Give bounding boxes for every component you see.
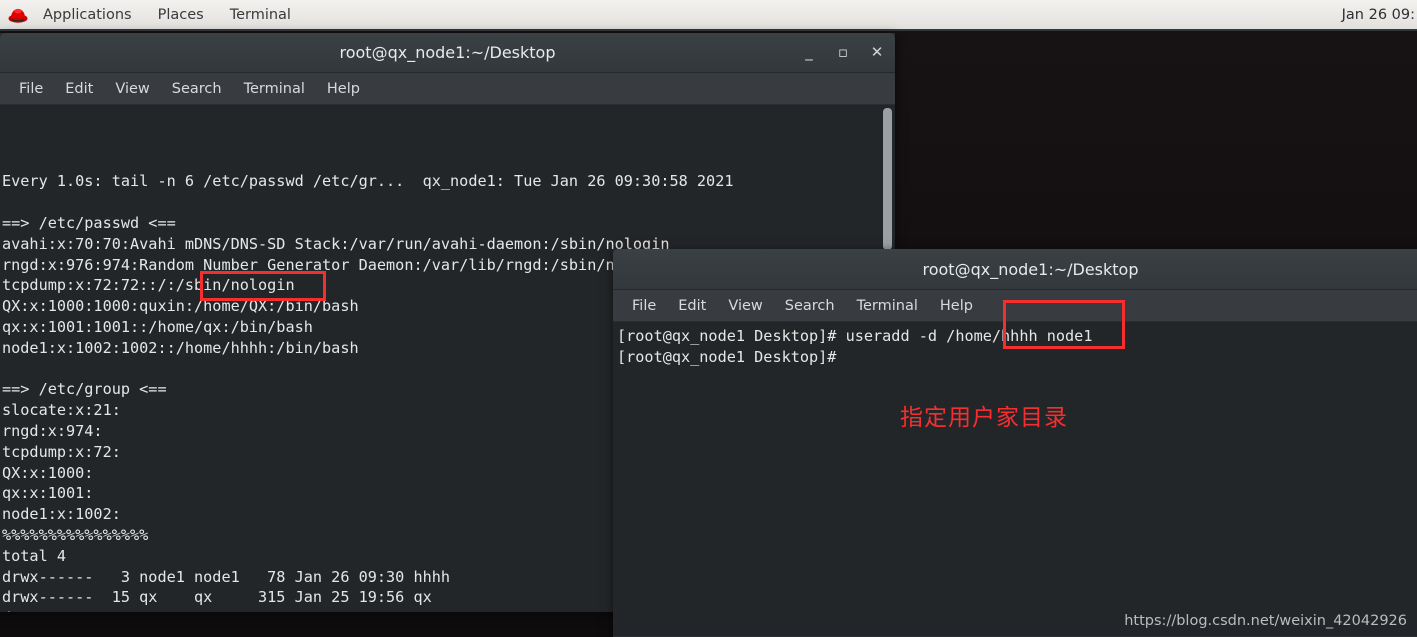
menu-file-1[interactable]: File [8,81,54,97]
menu-terminal-1[interactable]: Terminal [233,81,316,97]
menu-file-2[interactable]: File [621,298,667,314]
close-button-1[interactable]: ✕ [869,45,885,60]
annotation-note: 指定用户家目录 [900,405,1068,431]
screen: Applications Places Terminal Jan 26 09: … [0,0,1417,637]
window-controls-1: _ ▫ ✕ [801,33,885,72]
menu-edit-1[interactable]: Edit [54,81,104,97]
menu-search-2[interactable]: Search [774,298,846,314]
menu-help-2[interactable]: Help [929,298,984,314]
menu-view-1[interactable]: View [104,81,160,97]
titlebar-2[interactable]: root@qx_node1:~/Desktop _ [613,249,1417,290]
menubar-2: File Edit View Search Terminal Help [613,290,1417,322]
menubar-1: File Edit View Search Terminal Help [0,73,895,105]
menu-terminal-2[interactable]: Terminal [846,298,929,314]
window-title-1: root@qx_node1:~/Desktop [339,43,556,62]
window-title-2: root@qx_node1:~/Desktop [922,259,1139,279]
terminal-window-2[interactable]: root@qx_node1:~/Desktop _ File Edit View… [613,249,1417,637]
watermark-url: https://blog.csdn.net/weixin_42042926 [1124,613,1407,629]
menu-edit-2[interactable]: Edit [667,298,717,314]
terminal-line: Every 1.0s: tail -n 6 /etc/passwd /etc/g… [2,172,734,191]
panel-item-applications[interactable]: Applications [30,0,145,29]
terminal-line: [root@qx_node1 Desktop]# useradd -d /hom… [617,327,1093,345]
terminal-output-2[interactable]: [root@qx_node1 Desktop]# useradd -d /hom… [613,322,1417,636]
scrollbar-thumb-1[interactable] [883,108,892,250]
terminal-line: [root@qx_node1 Desktop]# [617,347,837,366]
panel-item-places[interactable]: Places [145,0,217,29]
terminal-line: ==> /etc/passwd <== [2,213,176,232]
redhat-fedora-icon[interactable] [7,5,29,25]
menu-help-1[interactable]: Help [316,81,371,97]
panel-clock[interactable]: Jan 26 09: [1342,0,1417,29]
top-panel: Applications Places Terminal Jan 26 09: [0,0,1417,31]
menu-search-1[interactable]: Search [161,81,233,97]
maximize-button-1[interactable]: ▫ [835,45,851,60]
menu-view-2[interactable]: View [717,298,773,314]
titlebar-1[interactable]: root@qx_node1:~/Desktop _ ▫ ✕ [0,33,895,73]
minimize-button-1[interactable]: _ [801,45,817,60]
panel-menu-group: Applications Places Terminal [0,0,304,29]
panel-item-terminal[interactable]: Terminal [217,0,304,29]
